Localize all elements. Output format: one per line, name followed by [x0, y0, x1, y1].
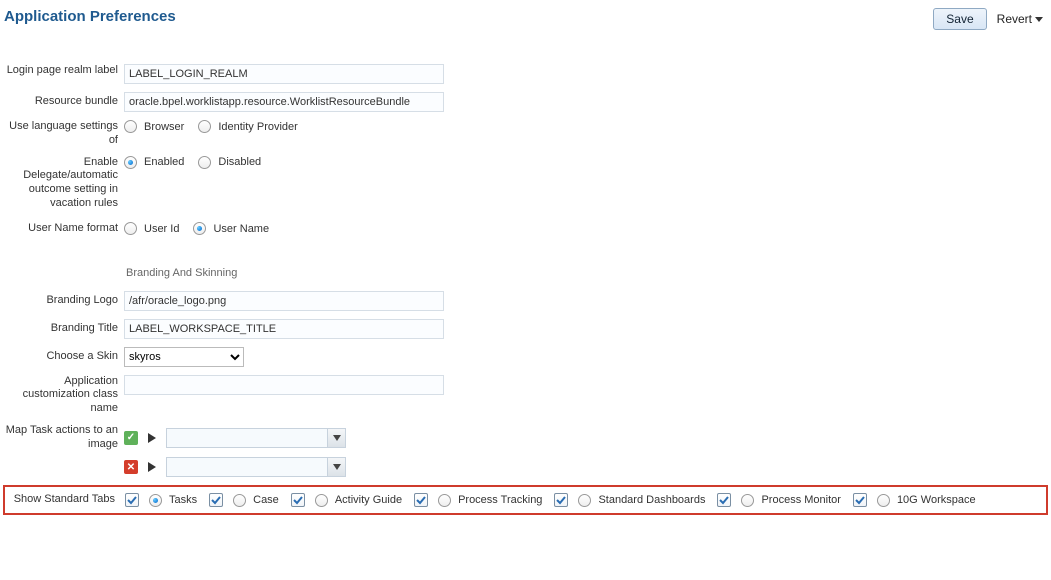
- chevron-down-icon: [327, 458, 345, 476]
- radio-browser-label: Browser: [144, 121, 184, 133]
- tab-checkbox[interactable]: [291, 493, 305, 507]
- use-language-group: Browser Identity Provider: [124, 120, 308, 133]
- enable-delegate-group: Enabled Disabled: [124, 156, 271, 169]
- chevron-down-icon: [1035, 17, 1043, 22]
- tab-item: Process Monitor: [717, 493, 840, 507]
- tab-item: Standard Dashboards: [554, 493, 705, 507]
- map-action-reject-select[interactable]: [166, 457, 346, 477]
- branding-section-heading: Branding And Skinning: [126, 267, 1051, 279]
- revert-label: Revert: [997, 12, 1032, 26]
- cross-icon: ✕: [124, 460, 138, 474]
- tab-checkbox[interactable]: [853, 493, 867, 507]
- radio-username[interactable]: [193, 222, 206, 235]
- branding-title-input[interactable]: [124, 319, 444, 339]
- tab-item: Tasks: [125, 493, 197, 507]
- username-format-group: User Id User Name: [124, 222, 279, 235]
- map-actions-label: Map Task actions to an image: [0, 424, 124, 452]
- radio-identity-provider[interactable]: [198, 120, 211, 133]
- show-standard-tabs-group: Show Standard Tabs Tasks Case Activity Gui…: [3, 485, 1048, 515]
- tab-default-radio[interactable]: [741, 494, 754, 507]
- choose-skin-label: Choose a Skin: [0, 350, 124, 364]
- page-title: Application Preferences: [4, 8, 176, 25]
- tab-default-radio[interactable]: [438, 494, 451, 507]
- radio-userid-label: User Id: [144, 223, 179, 235]
- arrow-right-icon: [148, 462, 156, 472]
- radio-disabled[interactable]: [198, 156, 211, 169]
- radio-userid[interactable]: [124, 222, 137, 235]
- check-icon: ✓: [124, 431, 138, 445]
- tab-checkbox[interactable]: [414, 493, 428, 507]
- tab-item: 10G Workspace: [853, 493, 976, 507]
- map-action-approve-select[interactable]: [166, 428, 346, 448]
- radio-enabled[interactable]: [124, 156, 137, 169]
- resource-bundle-input[interactable]: [124, 92, 444, 112]
- tab-checkbox[interactable]: [209, 493, 223, 507]
- chevron-down-icon: [327, 429, 345, 447]
- tab-checkbox[interactable]: [554, 493, 568, 507]
- enable-delegate-label: Enable Delegate/automatic outcome settin…: [0, 156, 124, 211]
- login-realm-input[interactable]: [124, 64, 444, 84]
- tab-default-radio[interactable]: [233, 494, 246, 507]
- tab-label: Process Monitor: [761, 494, 840, 506]
- login-realm-label: Login page realm label: [0, 64, 124, 78]
- resource-bundle-label: Resource bundle: [0, 95, 124, 109]
- tab-label: Activity Guide: [335, 494, 402, 506]
- tab-checkbox[interactable]: [717, 493, 731, 507]
- branding-logo-label: Branding Logo: [0, 294, 124, 308]
- tab-label: Tasks: [169, 494, 197, 506]
- choose-skin-select[interactable]: skyros: [124, 347, 244, 367]
- tab-label: Standard Dashboards: [598, 494, 705, 506]
- tab-checkbox[interactable]: [125, 493, 139, 507]
- tab-default-radio[interactable]: [315, 494, 328, 507]
- tab-label: Process Tracking: [458, 494, 542, 506]
- radio-enabled-label: Enabled: [144, 156, 184, 168]
- arrow-right-icon: [148, 433, 156, 443]
- tab-default-radio[interactable]: [877, 494, 890, 507]
- branding-logo-input[interactable]: [124, 291, 444, 311]
- tab-item: Case: [209, 493, 279, 507]
- save-button[interactable]: Save: [933, 8, 986, 30]
- radio-identity-provider-label: Identity Provider: [218, 121, 297, 133]
- tab-default-radio[interactable]: [578, 494, 591, 507]
- radio-username-label: User Name: [213, 223, 269, 235]
- tab-item: Process Tracking: [414, 493, 542, 507]
- branding-title-label: Branding Title: [0, 322, 124, 336]
- use-language-label: Use language settings of: [0, 120, 124, 148]
- show-standard-tabs-label: Show Standard Tabs: [5, 493, 125, 507]
- tab-item: Activity Guide: [291, 493, 402, 507]
- username-format-label: User Name format: [0, 222, 124, 236]
- revert-menu[interactable]: Revert: [997, 12, 1043, 26]
- tab-label: 10G Workspace: [897, 494, 976, 506]
- custom-class-label: Application customization class name: [0, 375, 124, 416]
- tab-default-radio[interactable]: [149, 494, 162, 507]
- radio-browser[interactable]: [124, 120, 137, 133]
- radio-disabled-label: Disabled: [218, 156, 261, 168]
- custom-class-input[interactable]: [124, 375, 444, 395]
- tab-label: Case: [253, 494, 279, 506]
